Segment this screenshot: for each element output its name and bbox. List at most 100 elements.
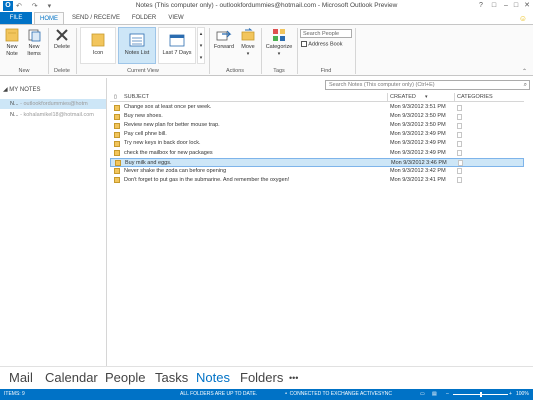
- folder-item-notes-kohalamikel[interactable]: N... - kohalamikel18@hotmail.com: [0, 110, 106, 120]
- tab-home[interactable]: HOME: [34, 12, 64, 24]
- address-book-icon: [301, 41, 307, 47]
- my-notes-label: MY NOTES: [9, 87, 41, 93]
- tab-file[interactable]: FILE: [0, 12, 32, 24]
- new-items-icon: [28, 29, 41, 42]
- new-note-icon: [5, 28, 19, 42]
- note-icon: [114, 168, 120, 175]
- category-box[interactable]: [457, 150, 462, 156]
- forward-button[interactable]: Forward: [211, 28, 237, 51]
- note-row[interactable]: Review new plan for better mouse trap. Mo…: [110, 121, 524, 130]
- delete-x-icon: [56, 29, 68, 41]
- move-label: Move: [241, 44, 255, 50]
- view-icon-label: Icon: [92, 50, 104, 56]
- note-icon: [115, 160, 121, 167]
- category-box[interactable]: [457, 140, 462, 147]
- note-created: Mon 9/3/2012 3:41 PM: [390, 176, 446, 183]
- note-row[interactable]: check the mailbox for new packages Mon 9/…: [110, 149, 524, 158]
- ribbon: New Note New Items New Delete Delete Ico…: [0, 24, 533, 76]
- move-folder-icon: [241, 28, 255, 41]
- category-box[interactable]: [457, 122, 462, 129]
- note-row[interactable]: Buy milk and eggs. Mon 9/3/2012 3:46 PM: [110, 157, 524, 167]
- tab-folder[interactable]: FOLDER: [128, 12, 160, 24]
- nav-folders[interactable]: Folders: [240, 370, 283, 385]
- view-icon-option[interactable]: Icon: [80, 27, 116, 64]
- column-categories[interactable]: CATEGORIES: [457, 94, 493, 100]
- move-button[interactable]: Move ▾: [238, 28, 258, 57]
- categorize-button[interactable]: Categorize ▾: [263, 28, 295, 57]
- note-view-icon: [91, 33, 105, 47]
- category-box[interactable]: [457, 177, 462, 184]
- view-last-7-days-option[interactable]: Last 7 Days: [158, 27, 196, 64]
- view-notes-list-option[interactable]: Notes List: [118, 27, 156, 64]
- address-book-label: Address Book: [308, 41, 343, 48]
- close-button[interactable]: ✕: [522, 1, 532, 10]
- folder-name: N...: [10, 112, 19, 118]
- tab-send-receive[interactable]: SEND / RECEIVE: [68, 12, 124, 24]
- nav-tasks[interactable]: Tasks: [155, 370, 188, 385]
- zoom-level[interactable]: 100%: [516, 389, 529, 400]
- note-row[interactable]: Buy new shoes. Mon 9/3/2012 3:50 PM: [110, 112, 524, 121]
- category-box[interactable]: [457, 131, 462, 138]
- status-folders-uptodate: ALL FOLDERS ARE UP TO DATE.: [180, 391, 258, 397]
- collapse-ribbon-icon[interactable]: ⌃: [522, 68, 527, 75]
- nav-mail[interactable]: Mail: [9, 370, 33, 385]
- folder-item-notes-outlookfordummies[interactable]: N... - outlookfordummies@hotm: [0, 99, 106, 109]
- note-created: Mon 9/3/2012 3:51 PM: [390, 104, 446, 110]
- my-notes-header[interactable]: ◢ MY NOTES: [3, 86, 41, 93]
- column-created[interactable]: CREATED: [390, 94, 416, 100]
- note-subject: Pay cell phne bill.: [124, 131, 167, 138]
- status-bar: ITEMS: 9 ALL FOLDERS ARE UP TO DATE. ⚬ C…: [0, 389, 533, 400]
- forward-label: Forward: [213, 44, 235, 50]
- group-separator: [261, 28, 262, 74]
- note-row[interactable]: Pay cell phne bill. Mon 9/3/2012 3:49 PM: [110, 130, 524, 139]
- feedback-smiley-icon[interactable]: ☺: [519, 14, 527, 23]
- zoom-slider-thumb[interactable]: [480, 392, 482, 397]
- category-box[interactable]: [457, 104, 462, 111]
- search-notes-input[interactable]: Search Notes (This computer only) (Ctrl+…: [325, 80, 530, 90]
- category-box[interactable]: [457, 168, 462, 175]
- note-row[interactable]: Never shake the zoda can before opening M…: [110, 167, 524, 176]
- address-book-button[interactable]: Address Book: [301, 41, 342, 47]
- maximize-button[interactable]: □: [511, 1, 521, 10]
- note-icon: [114, 122, 120, 129]
- note-icon: [114, 150, 120, 156]
- new-items-button[interactable]: New Items: [24, 28, 44, 57]
- nav-more-icon[interactable]: •••: [289, 373, 298, 383]
- nav-people[interactable]: People: [105, 370, 145, 385]
- nav-calendar[interactable]: Calendar: [45, 370, 98, 385]
- normal-view-icon[interactable]: ▭: [420, 389, 425, 400]
- delete-button[interactable]: Delete: [50, 28, 74, 51]
- column-subject[interactable]: SUBJECT: [124, 94, 149, 100]
- move-dropdown-icon: ▾: [246, 50, 250, 57]
- note-row[interactable]: Try new keys in back door lock. Mon 9/3/2…: [110, 139, 524, 148]
- view-gallery-scroll[interactable]: ▴ ▾ ▾: [197, 27, 205, 64]
- note-row[interactable]: Don't forget to put gas in the submarine…: [110, 176, 524, 185]
- group-separator: [355, 28, 356, 74]
- notes-list-icon: [129, 33, 145, 47]
- note-row[interactable]: Change sox at least once per week. Mon 9/…: [110, 103, 524, 112]
- reading-view-icon[interactable]: ▤: [432, 389, 437, 400]
- group-separator: [76, 28, 77, 74]
- note-created: Mon 9/3/2012 3:50 PM: [390, 113, 446, 120]
- category-box[interactable]: [458, 160, 463, 167]
- group-label-find: Find: [320, 68, 332, 74]
- nav-notes[interactable]: Notes: [196, 370, 230, 385]
- new-items-label: New Items: [27, 44, 41, 57]
- minimize-button[interactable]: –: [501, 1, 511, 10]
- search-people-input[interactable]: Search People: [300, 29, 352, 38]
- icon-column-header[interactable]: ▯: [114, 94, 117, 100]
- column-divider[interactable]: [387, 93, 388, 102]
- new-note-button[interactable]: New Note: [2, 28, 22, 57]
- zoom-in-icon[interactable]: +: [509, 389, 512, 400]
- column-divider[interactable]: [454, 93, 455, 102]
- help-button[interactable]: ?: [476, 1, 486, 10]
- ribbon-display-button[interactable]: □: [489, 1, 499, 10]
- search-icon[interactable]: ⌕: [524, 81, 527, 89]
- tab-view[interactable]: VIEW: [163, 12, 189, 24]
- group-separator: [209, 28, 210, 74]
- column-header-row: ▯ SUBJECT CREATED ▾ CATEGORIES: [110, 93, 524, 102]
- zoom-out-icon[interactable]: –: [446, 389, 449, 400]
- sort-descending-icon: ▾: [425, 94, 428, 100]
- category-box[interactable]: [457, 113, 462, 120]
- categorize-icon: [273, 29, 285, 41]
